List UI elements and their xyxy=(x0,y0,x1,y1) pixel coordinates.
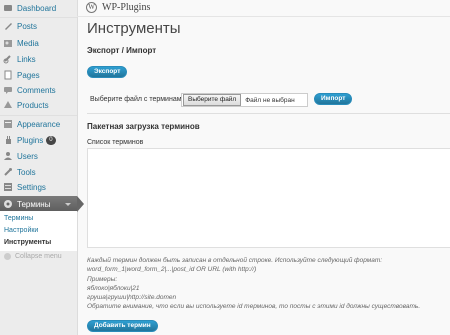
help-line: Обратите внимание, что если вы используе… xyxy=(87,303,421,311)
dashboard-icon xyxy=(3,3,13,13)
terms-list-label: Список терминов xyxy=(87,139,144,146)
menu-item-media[interactable]: Media xyxy=(0,35,77,51)
menu-label: Links xyxy=(17,54,36,64)
export-import-heading: Экспорт / Импорт xyxy=(87,46,157,55)
menu-label: Media xyxy=(17,38,39,48)
chevron-down-icon xyxy=(65,203,71,206)
menu-label: Plugins xyxy=(17,135,44,145)
main-content: Инструменты Экспорт / Импорт Экспорт Выб… xyxy=(77,0,450,335)
help-text: Каждый термин должен быть записан в отде… xyxy=(87,256,450,312)
tools-icon xyxy=(3,167,13,177)
no-file-text: Файл не выбран xyxy=(245,96,295,104)
terms-submenu: Термины Настройки Инструменты xyxy=(0,211,77,251)
terms-icon xyxy=(3,199,13,209)
media-icon xyxy=(3,38,13,48)
plugins-icon xyxy=(3,135,13,145)
menu-item-settings[interactable]: Settings xyxy=(0,179,77,195)
help-line: яблоко|яблоки|21 xyxy=(87,284,140,292)
help-line: Примеры: xyxy=(87,275,118,283)
menu-item-posts[interactable]: Posts xyxy=(0,18,77,34)
menu-item-terms[interactable]: Термины xyxy=(0,196,84,212)
submenu-item-tools[interactable]: Инструменты xyxy=(4,239,51,246)
users-icon xyxy=(3,151,13,161)
section-divider xyxy=(87,113,450,114)
submenu-item-terms[interactable]: Термины xyxy=(4,215,33,222)
menu-item-comments[interactable]: Comments xyxy=(0,82,77,98)
menu-label: Термины xyxy=(17,199,51,209)
comments-icon xyxy=(3,85,13,95)
menu-item-appearance[interactable]: Appearance xyxy=(0,116,77,132)
links-icon xyxy=(3,54,13,64)
menu-label: Settings xyxy=(17,182,46,192)
menu-label: Posts xyxy=(17,21,38,31)
collapse-icon xyxy=(4,253,11,260)
submenu-item-settings[interactable]: Настройки xyxy=(4,227,38,234)
file-input[interactable]: Выберите файл Файл не выбран xyxy=(181,93,308,107)
menu-item-tools[interactable]: Tools xyxy=(0,164,77,180)
menu-label: Appearance xyxy=(17,119,61,129)
menu-item-users[interactable]: Users xyxy=(0,148,77,164)
terms-textarea[interactable] xyxy=(87,148,450,248)
update-count-badge: 0 xyxy=(46,135,56,145)
menu-item-products[interactable]: Products xyxy=(0,97,77,113)
settings-icon xyxy=(3,182,13,192)
menu-item-plugins[interactable]: Plugins 0 xyxy=(0,132,77,148)
pages-icon xyxy=(3,70,13,80)
menu-label: Comments xyxy=(17,85,56,95)
help-line: Каждый термин должен быть записан в отде… xyxy=(87,257,383,264)
admin-sidebar: Dashboard Posts Media Links Pages Commen… xyxy=(0,0,84,335)
menu-item-dashboard[interactable]: Dashboard xyxy=(0,0,77,16)
collapse-menu-label: Collapse menu xyxy=(15,253,62,260)
add-term-button[interactable]: Добавить термин xyxy=(87,320,158,332)
export-button[interactable]: Экспорт xyxy=(87,66,128,78)
appearance-icon xyxy=(3,119,13,129)
import-button[interactable]: Импорт xyxy=(314,93,353,105)
help-line: word_form_1|word_form_2|...|post_id OR U… xyxy=(87,266,257,274)
bulk-upload-heading: Пакетная загрузка терминов xyxy=(87,122,200,131)
menu-label: Dashboard xyxy=(17,3,57,13)
menu-label: Products xyxy=(17,100,49,110)
help-line: груша|груши|http://site.domen xyxy=(87,294,177,302)
posts-icon xyxy=(3,21,13,31)
menu-item-links[interactable]: Links xyxy=(0,51,77,67)
menu-item-pages[interactable]: Pages xyxy=(0,67,77,83)
menu-label: Pages xyxy=(17,70,40,80)
menu-label: Users xyxy=(17,151,38,161)
file-label: Выберите файл с терминами xyxy=(90,96,186,103)
choose-file-button[interactable]: Выберите файл xyxy=(183,94,242,106)
page-title: Инструменты xyxy=(87,20,181,37)
products-icon xyxy=(3,100,13,110)
collapse-menu-button[interactable]: Collapse menu xyxy=(4,253,62,260)
menu-label: Tools xyxy=(17,167,36,177)
